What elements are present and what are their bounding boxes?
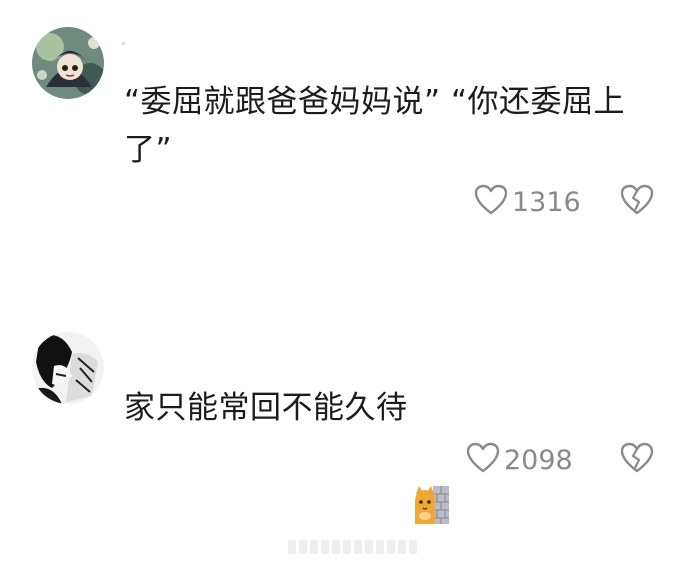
comment-text: “委屈就跟爸爸妈妈说” “你还委屈上了” xyxy=(124,84,626,168)
avatar[interactable] xyxy=(32,27,104,99)
comment-2: 家只能常回不能久待 2098 xyxy=(0,300,690,524)
watermark xyxy=(288,540,417,554)
comment-text: 家只能常回不能久待 xyxy=(124,384,449,524)
decorative-dot xyxy=(122,42,125,45)
like-button[interactable]: 2098 xyxy=(466,442,573,478)
like-count: 1316 xyxy=(512,186,581,218)
avatar-image xyxy=(32,27,104,99)
dislike-button[interactable] xyxy=(620,184,654,220)
comment-actions: 2098 xyxy=(466,442,573,478)
broken-heart-icon xyxy=(620,442,654,478)
heart-outline-icon xyxy=(466,442,500,478)
like-button[interactable]: 1316 xyxy=(474,184,581,220)
like-count: 2098 xyxy=(504,444,573,476)
broken-heart-icon xyxy=(620,184,654,220)
dislike-button[interactable] xyxy=(620,442,654,478)
comment-1: “委屈就跟爸爸妈妈说” “你还委屈上了” 1316 xyxy=(0,0,690,250)
heart-outline-icon xyxy=(474,184,508,220)
cat-behind-wall-emoji xyxy=(411,388,449,524)
avatar[interactable] xyxy=(32,332,104,404)
comment-actions: 1316 xyxy=(474,184,581,220)
comment-text-content: 家只能常回不能久待 xyxy=(124,390,408,426)
avatar-image xyxy=(32,332,104,404)
